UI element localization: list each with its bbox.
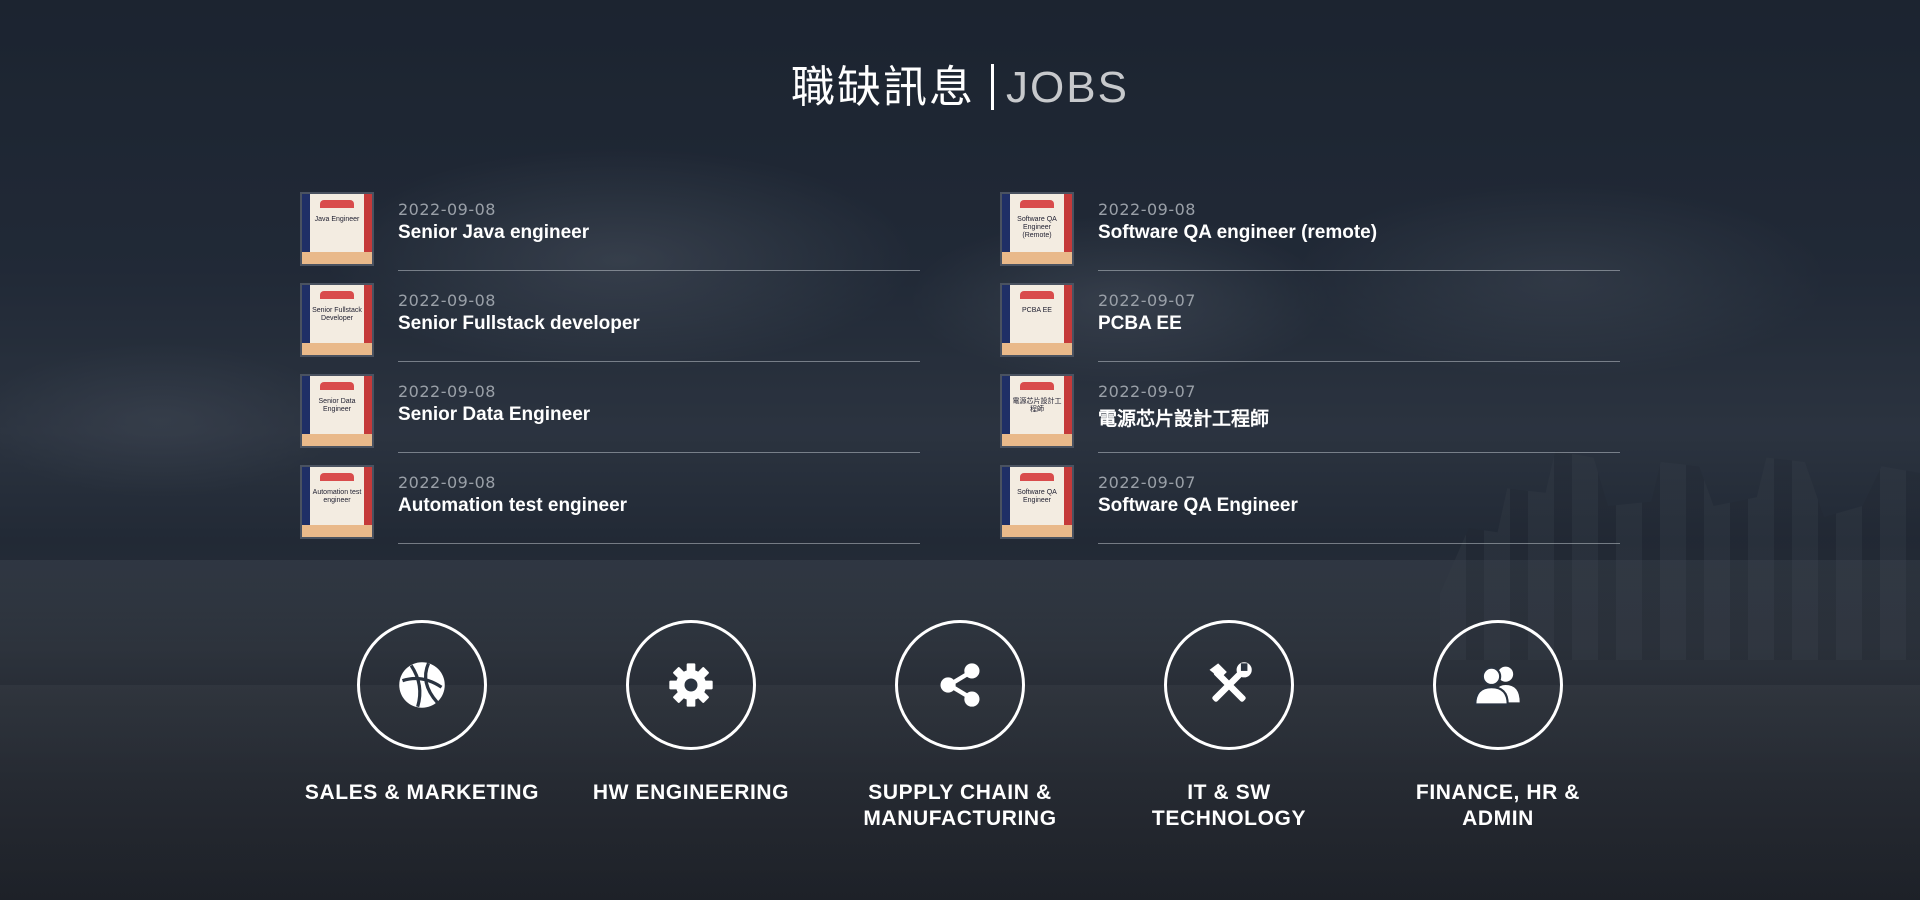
category-sales-marketing[interactable]: SALES & MARKETING	[292, 620, 552, 806]
section-heading: 職缺訊息 JOBS	[0, 58, 1920, 118]
thumbnail-text: PCBA EE	[1022, 307, 1052, 314]
job-thumbnail: Software QA Engineer (Remote)	[1000, 192, 1074, 266]
job-date: 2022-09-08	[398, 200, 496, 219]
category-supply-chain[interactable]: SUPPLY CHAIN & MANUFACTURING	[830, 620, 1090, 832]
users-icon	[1474, 666, 1520, 706]
heading-en: JOBS	[1006, 63, 1129, 112]
job-title-link[interactable]: Senior Fullstack developer	[398, 313, 640, 335]
job-item[interactable]: Automation test engineer 2022-09-08 Auto…	[300, 465, 920, 556]
category-circle[interactable]	[1433, 620, 1563, 750]
job-item[interactable]: Software QA Engineer (Remote) 2022-09-08…	[1000, 192, 1620, 283]
category-it-sw[interactable]: IT & SW TECHNOLOGY	[1099, 620, 1359, 832]
job-list-right: Software QA Engineer (Remote) 2022-09-08…	[1000, 192, 1620, 556]
divider	[398, 452, 920, 453]
category-finance-hr-admin[interactable]: FINANCE, HR & ADMIN	[1368, 620, 1628, 832]
job-list-left: Java Engineer 2022-09-08 Senior Java eng…	[300, 192, 920, 556]
divider	[398, 543, 920, 544]
heading-zh: 職缺訊息	[791, 62, 976, 113]
job-item[interactable]: 電源芯片設計工程師 2022-09-07 電源芯片設計工程師	[1000, 374, 1620, 465]
divider	[1098, 361, 1620, 362]
job-date: 2022-09-08	[398, 473, 496, 492]
job-item[interactable]: Senior Data Engineer 2022-09-08 Senior D…	[300, 374, 920, 465]
job-date: 2022-09-08	[398, 382, 496, 401]
category-circle[interactable]	[895, 620, 1025, 750]
thumbnail-text: Software QA Engineer	[1017, 489, 1057, 504]
job-thumbnail: Automation test engineer	[300, 465, 374, 539]
job-title-link[interactable]: Automation test engineer	[398, 495, 627, 517]
thumbnail-text: Automation test engineer	[312, 489, 362, 504]
divider	[1098, 543, 1620, 544]
category-hw-engineering[interactable]: HW ENGINEERING	[561, 620, 821, 806]
category-label: SALES & MARKETING	[304, 781, 540, 804]
job-thumbnail: Senior Data Engineer	[300, 374, 374, 448]
job-thumbnail: Java Engineer	[300, 192, 374, 266]
job-title-link[interactable]: 電源芯片設計工程師	[1098, 404, 1269, 431]
heading-separator	[991, 64, 995, 110]
category-circle[interactable]	[1164, 620, 1294, 750]
job-date: 2022-09-07	[1098, 473, 1196, 492]
job-title-link[interactable]: Senior Data Engineer	[398, 404, 590, 426]
jobs-section: 職缺訊息 JOBS Java Engineer 2022-09-08 Senior…	[0, 0, 1920, 900]
thumbnail-text: Senior Data Engineer	[318, 398, 356, 413]
tools-icon	[1209, 662, 1252, 702]
job-date: 2022-09-07	[1098, 291, 1196, 310]
job-thumbnail: Senior Fullstack Developer	[300, 283, 374, 357]
job-title-link[interactable]: Software QA engineer (remote)	[1098, 222, 1377, 244]
thumbnail-text: 電源芯片設計工程師	[1012, 398, 1062, 413]
gear-icon	[669, 663, 713, 707]
job-item[interactable]: Software QA Engineer 2022-09-07 Software…	[1000, 465, 1620, 556]
divider	[1098, 270, 1620, 271]
category-circle[interactable]	[357, 620, 487, 750]
job-date: 2022-09-08	[398, 291, 496, 310]
job-date: 2022-09-08	[1098, 200, 1196, 219]
job-thumbnail: PCBA EE	[1000, 283, 1074, 357]
divider	[398, 361, 920, 362]
thumbnail-text: Software QA Engineer (Remote)	[1017, 216, 1057, 239]
category-circle[interactable]	[626, 620, 756, 750]
job-item[interactable]: PCBA EE 2022-09-07 PCBA EE	[1000, 283, 1620, 374]
job-item[interactable]: Senior Fullstack Developer 2022-09-08 Se…	[300, 283, 920, 374]
divider	[1098, 452, 1620, 453]
category-label: SUPPLY CHAIN & MANUFACTURING	[863, 781, 1057, 830]
thumbnail-text: Senior Fullstack Developer	[312, 307, 362, 322]
category-label: HW ENGINEERING	[592, 781, 790, 804]
job-title-link[interactable]: Senior Java engineer	[398, 222, 589, 244]
category-label: IT & SW TECHNOLOGY	[1151, 781, 1307, 830]
job-thumbnail: Software QA Engineer	[1000, 465, 1074, 539]
category-label: FINANCE, HR & ADMIN	[1415, 781, 1581, 830]
job-title-link[interactable]: Software QA Engineer	[1098, 495, 1298, 517]
divider	[398, 270, 920, 271]
thumbnail-text: Java Engineer	[314, 216, 360, 223]
job-item[interactable]: Java Engineer 2022-09-08 Senior Java eng…	[300, 192, 920, 283]
job-title-link[interactable]: PCBA EE	[1098, 313, 1182, 335]
globe-icon	[399, 662, 445, 708]
job-thumbnail: 電源芯片設計工程師	[1000, 374, 1074, 448]
job-date: 2022-09-07	[1098, 382, 1196, 401]
share-icon	[940, 663, 980, 707]
